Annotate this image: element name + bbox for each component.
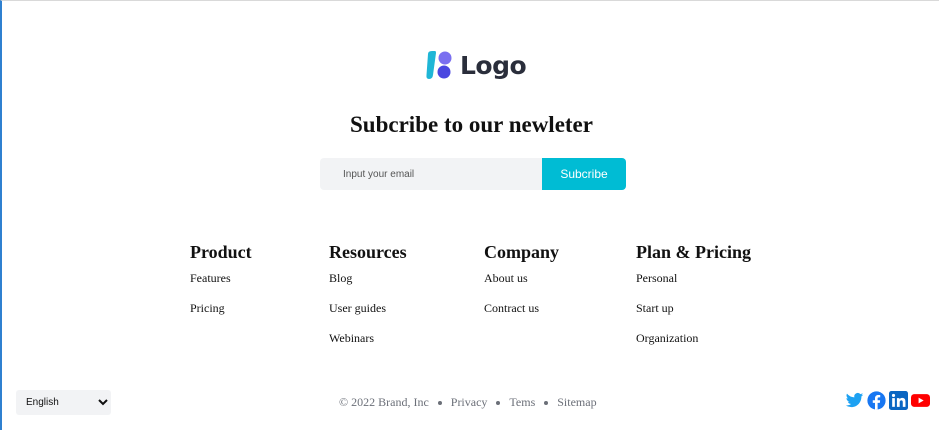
footer-link-pricing[interactable]: Pricing [190, 301, 252, 315]
footer-link-blog[interactable]: Blog [329, 271, 407, 285]
footer-link-about-us[interactable]: About us [484, 271, 559, 285]
footer-section: Logo Subcribe to our newleter Subcribe P… [0, 0, 939, 430]
copyright-text: © 2022 Brand, Inc [339, 395, 429, 409]
footer-link-webinars[interactable]: Webinars [329, 331, 407, 345]
logo-mark-icon [424, 50, 454, 80]
footer-column-company: Company About us Contract us [484, 241, 559, 331]
footer-column-product: Product Features Pricing [190, 241, 252, 331]
footer-link-start-up[interactable]: Start up [636, 301, 751, 315]
footer-link-contact-us[interactable]: Contract us [484, 301, 559, 315]
linkedin-icon[interactable] [889, 391, 908, 410]
language-select[interactable]: English [16, 390, 111, 415]
separator-dot [496, 400, 501, 405]
footer-link-features[interactable]: Features [190, 271, 252, 285]
separator-dot [437, 400, 442, 405]
newsletter-title: Subcribe to our newleter [350, 112, 593, 137]
brand-logo[interactable]: Logo [424, 50, 527, 80]
footer-link-personal[interactable]: Personal [636, 271, 751, 285]
footer-link-user-guides[interactable]: User guides [329, 301, 407, 315]
logo-text: Logo [460, 50, 527, 80]
column-heading: Plan & Pricing [636, 242, 751, 262]
footer-column-resources: Resources Blog User guides Webinars [329, 241, 407, 361]
column-heading: Resources [329, 242, 407, 262]
legal-links: © 2022 Brand, Inc Privacy Tems Sitemap [339, 395, 597, 410]
separator-dot [544, 400, 549, 405]
column-heading: Product [190, 242, 252, 262]
sitemap-link[interactable]: Sitemap [557, 395, 596, 410]
privacy-link[interactable]: Privacy [451, 395, 488, 410]
terms-link[interactable]: Tems [509, 395, 535, 410]
social-links [845, 391, 930, 410]
email-input[interactable] [320, 158, 542, 190]
twitter-icon[interactable] [845, 391, 864, 410]
column-heading: Company [484, 242, 560, 262]
footer-column-plan-pricing: Plan & Pricing Personal Start up Organiz… [636, 241, 751, 361]
facebook-icon[interactable] [867, 391, 886, 410]
subscribe-button[interactable]: Subcribe [542, 158, 626, 190]
footer-link-organization[interactable]: Organization [636, 331, 751, 345]
subscribe-form: Subcribe [320, 158, 626, 190]
youtube-icon[interactable] [911, 391, 930, 410]
